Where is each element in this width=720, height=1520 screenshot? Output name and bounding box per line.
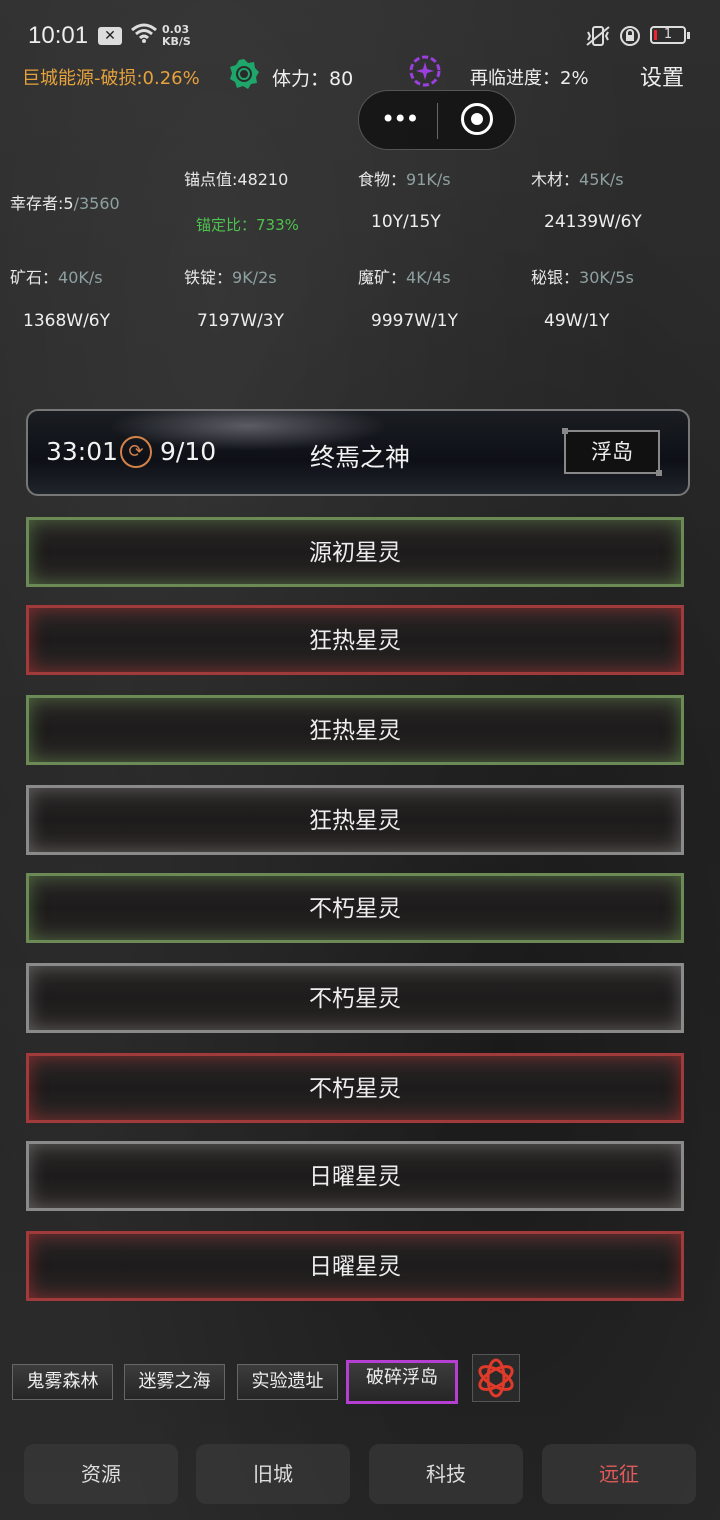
city-energy-status: 巨城能源-破损:0.26% bbox=[22, 68, 200, 89]
food-colon: ： bbox=[390, 170, 407, 189]
anchor-value: 锚点值:48210 bbox=[184, 170, 289, 189]
network-speed: 0.03 KB/S bbox=[162, 24, 191, 48]
ore-label: 矿石 bbox=[10, 268, 43, 287]
food-rate: 91K/s bbox=[406, 170, 451, 189]
ingot-amount: 7197W/3Y bbox=[197, 311, 285, 331]
area-tab-ghost-forest[interactable]: 鬼雾森林 bbox=[12, 1364, 113, 1400]
spirit-row[interactable]: 狂热星灵 bbox=[26, 785, 684, 855]
spirit-row[interactable]: 不朽星灵 bbox=[26, 873, 684, 943]
boss-attempts: 9/10 bbox=[160, 437, 217, 466]
magic-ore-stat: 魔矿：4K/4s bbox=[358, 264, 451, 288]
wood-amount: 24139W/6Y bbox=[544, 212, 642, 232]
wifi-icon bbox=[130, 22, 158, 48]
rotation-lock-icon bbox=[618, 24, 642, 52]
spirit-row[interactable]: 狂热星灵 bbox=[26, 695, 684, 765]
stamina-value: 体力：80 bbox=[272, 68, 354, 90]
magic-ore-amount: 9997W/1Y bbox=[371, 311, 459, 331]
wood-colon: ： bbox=[563, 170, 580, 189]
stamina-gear-icon[interactable] bbox=[228, 58, 260, 94]
mithril-stat: 秘银：30K/5s bbox=[531, 264, 634, 288]
nav-technology[interactable]: 科技 bbox=[369, 1444, 523, 1504]
survivors-max: /3560 bbox=[73, 194, 120, 213]
portal-icon[interactable] bbox=[472, 1354, 520, 1402]
notification-x-icon: ✕ bbox=[98, 27, 122, 45]
close-miniprogram-icon[interactable] bbox=[461, 103, 493, 135]
settings-button[interactable]: 设置 bbox=[640, 60, 684, 92]
wood-rate: 45K/s bbox=[579, 170, 624, 189]
spirit-row[interactable]: 不朽星灵 bbox=[26, 1053, 684, 1123]
ingot-stat: 铁锭：9K/2s bbox=[184, 264, 277, 288]
boss-location-tag[interactable]: 浮岛 bbox=[562, 428, 662, 476]
ore-colon: ： bbox=[42, 268, 59, 287]
mithril-amount: 49W/1Y bbox=[544, 311, 610, 331]
magic-ore-colon: ： bbox=[390, 268, 407, 287]
ingot-label: 铁锭 bbox=[184, 268, 217, 287]
mithril-label: 秘银 bbox=[531, 268, 564, 287]
boss-timer: 33:01 bbox=[46, 437, 119, 466]
spirit-row[interactable]: 狂热星灵 bbox=[26, 605, 684, 675]
spirit-row[interactable]: 日曜星灵 bbox=[26, 1231, 684, 1301]
area-tab-mist-sea[interactable]: 迷雾之海 bbox=[124, 1364, 225, 1400]
refresh-cycle-icon[interactable]: ⟳ bbox=[120, 436, 152, 468]
wood-label: 木材 bbox=[531, 170, 564, 189]
miniprogram-capsule: ••• bbox=[358, 90, 516, 150]
nav-resources[interactable]: 资源 bbox=[24, 1444, 178, 1504]
boss-name: 终焉之神 bbox=[310, 443, 411, 472]
clock: 10:01 bbox=[28, 22, 89, 49]
spirit-row[interactable]: 日曜星灵 bbox=[26, 1141, 684, 1211]
survivors-stat: 幸存者:5/3560 bbox=[10, 190, 120, 214]
spirit-row[interactable]: 不朽星灵 bbox=[26, 963, 684, 1033]
ingot-colon: ： bbox=[216, 268, 233, 287]
mithril-rate: 30K/5s bbox=[579, 268, 634, 287]
speed-unit: KB/S bbox=[162, 35, 191, 48]
revisit-compass-icon[interactable] bbox=[408, 54, 442, 92]
magic-ore-label: 魔矿 bbox=[358, 268, 391, 287]
status-bar: 10:01 ✕ 0.03 KB/S 1 bbox=[0, 0, 720, 72]
survivors-label: 幸存者:5 bbox=[10, 194, 74, 213]
mithril-colon: ： bbox=[563, 268, 580, 287]
ore-stat: 矿石：40K/s bbox=[10, 264, 103, 288]
capsule-divider bbox=[437, 103, 438, 139]
battery-icon: 1 bbox=[650, 26, 690, 44]
area-tab-broken-isle[interactable]: 破碎浮岛 bbox=[346, 1360, 458, 1404]
food-stat: 食物：91K/s bbox=[358, 166, 451, 190]
ingot-rate: 9K/2s bbox=[232, 268, 277, 287]
anchor-ratio: 锚定比：733% bbox=[196, 216, 299, 234]
area-tab-lab-ruins[interactable]: 实验遗址 bbox=[237, 1364, 338, 1400]
ore-rate: 40K/s bbox=[58, 268, 103, 287]
ore-amount: 1368W/6Y bbox=[23, 311, 111, 331]
nav-expedition[interactable]: 远征 bbox=[542, 1444, 696, 1504]
spirit-row[interactable]: 源初星灵 bbox=[26, 517, 684, 587]
food-amount: 10Y/15Y bbox=[371, 212, 441, 232]
food-label: 食物 bbox=[358, 170, 391, 189]
magic-ore-rate: 4K/4s bbox=[406, 268, 451, 287]
nav-old-city[interactable]: 旧城 bbox=[196, 1444, 350, 1504]
battery-level: 1 bbox=[663, 27, 673, 42]
vibrate-icon bbox=[584, 24, 612, 52]
more-options-icon[interactable]: ••• bbox=[381, 105, 419, 133]
revisit-progress: 再临进度：2% bbox=[470, 68, 589, 89]
wood-stat: 木材：45K/s bbox=[531, 166, 624, 190]
